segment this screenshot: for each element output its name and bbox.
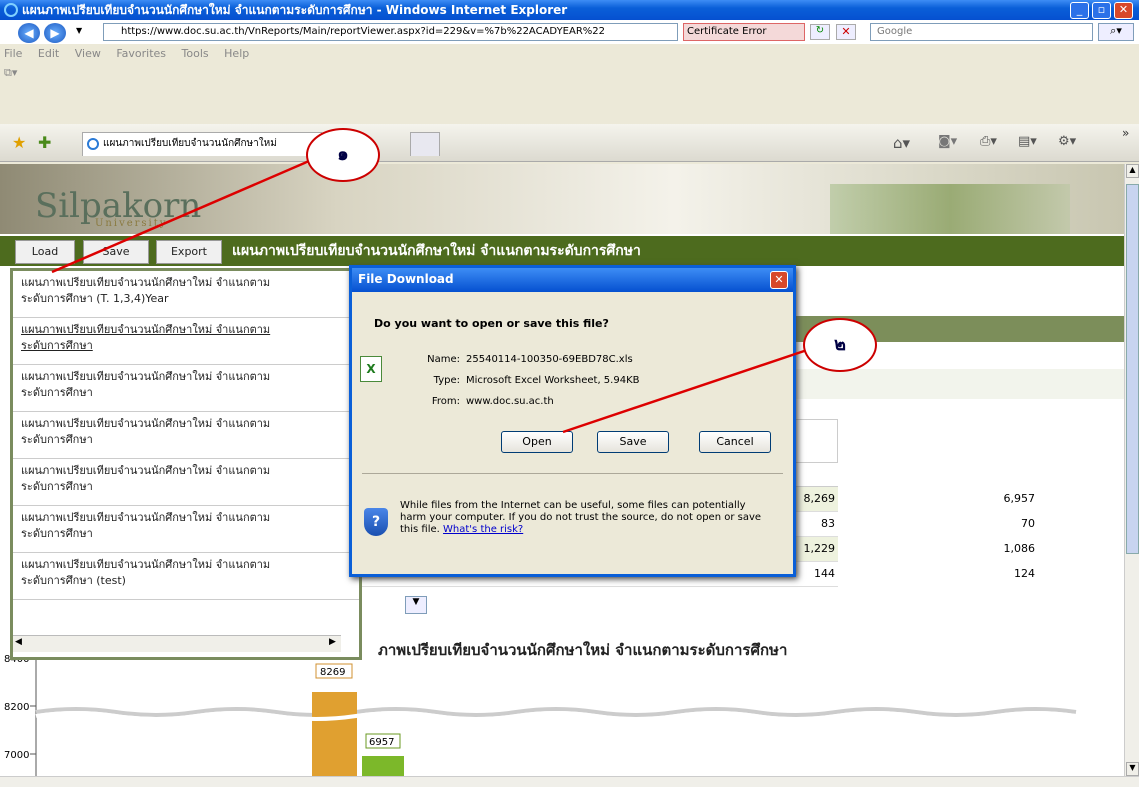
page-vertical-scrollbar[interactable]: ▲ ▼ (1124, 164, 1139, 778)
scroll-thumb[interactable] (1126, 184, 1139, 554)
annotation-arrows (51, 150, 823, 434)
page-horizontal-scrollbar[interactable] (0, 776, 1139, 787)
callout-2: ๒ (803, 318, 877, 372)
callout-1: ๑ (306, 128, 380, 182)
